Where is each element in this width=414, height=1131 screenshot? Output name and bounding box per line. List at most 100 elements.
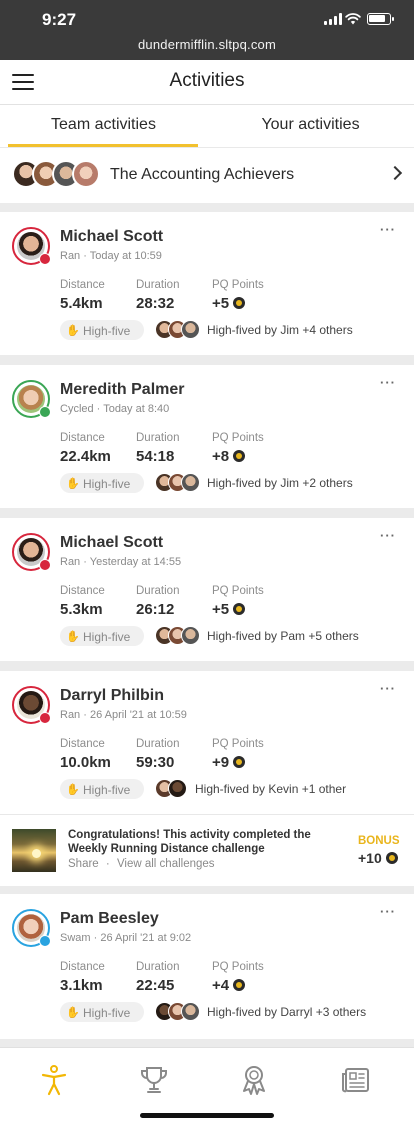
- high-fived-by-text[interactable]: High-fived by Kevin +1 other: [195, 782, 346, 796]
- points-label: PQ Points: [212, 585, 264, 597]
- pq-coin-icon: [233, 450, 246, 462]
- wifi-icon: [345, 13, 361, 25]
- high-fived-by-text[interactable]: High-fived by Jim +4 others: [207, 323, 353, 337]
- pq-coin-icon: [385, 852, 398, 864]
- athlete-name[interactable]: Michael Scott: [60, 228, 163, 246]
- more-options-icon[interactable]: ···: [380, 222, 406, 237]
- duration-value: 28:32: [136, 295, 175, 312]
- more-options-icon[interactable]: ···: [380, 904, 406, 919]
- more-options-icon[interactable]: ···: [380, 375, 406, 390]
- high-five-button[interactable]: ✋ High-five: [60, 473, 144, 493]
- tab-team-activities[interactable]: Team activities: [0, 105, 207, 147]
- activity-card: Michael Scott Ran · Yesterday at 14:55 ·…: [0, 518, 414, 661]
- home-indicator[interactable]: [140, 1113, 274, 1118]
- distance-label: Distance: [60, 585, 105, 597]
- high-fived-by-text[interactable]: High-fived by Jim +2 others: [207, 476, 353, 490]
- view-all-challenges-link[interactable]: View all challenges: [117, 858, 215, 870]
- run-badge-icon: [39, 712, 51, 724]
- signal-icon: [324, 13, 342, 25]
- cycle-badge-icon: [39, 406, 51, 418]
- activity-subtitle: Ran · Today at 10:59: [60, 250, 162, 262]
- distance-label: Distance: [60, 279, 105, 291]
- high-fivers-avatars[interactable]: [155, 1002, 203, 1022]
- newspaper-icon[interactable]: [340, 1064, 372, 1096]
- avatar[interactable]: [12, 686, 51, 724]
- athlete-name[interactable]: Michael Scott: [60, 534, 163, 552]
- distance-label: Distance: [60, 961, 105, 973]
- pq-coin-icon: [233, 297, 246, 309]
- points-label: PQ Points: [212, 432, 264, 444]
- avatar[interactable]: [12, 227, 51, 265]
- high-five-label: High-five: [83, 783, 131, 797]
- avatar[interactable]: [12, 909, 51, 947]
- high-five-label: High-five: [83, 324, 131, 338]
- activity-card: Pam Beesley Swam · 26 April '21 at 9:02 …: [0, 894, 414, 1039]
- activity-card: Meredith Palmer Cycled · Today at 8:40 ·…: [0, 365, 414, 508]
- chevron-right-icon: [387, 165, 403, 181]
- high-fivers-avatars[interactable]: [155, 779, 191, 799]
- points-value: +5: [212, 601, 246, 618]
- duration-value: 26:12: [136, 601, 175, 618]
- tab-your-activities[interactable]: Your activities: [207, 105, 414, 147]
- avatar[interactable]: [12, 380, 51, 418]
- separator: ·: [105, 858, 110, 870]
- distance-label: Distance: [60, 738, 105, 750]
- activity-card: Darryl Philbin Ran · 26 April '21 at 10:…: [0, 671, 414, 814]
- duration-label: Duration: [136, 432, 180, 444]
- run-badge-icon: [39, 253, 51, 265]
- activity-subtitle: Swam · 26 April '21 at 9:02: [60, 932, 192, 944]
- high-five-label: High-five: [83, 630, 131, 644]
- distance-label: Distance: [60, 432, 105, 444]
- high-five-button[interactable]: ✋ High-five: [60, 779, 144, 799]
- hand-icon: ✋: [66, 631, 80, 643]
- tab-label: Your activities: [261, 116, 360, 133]
- high-fivers-avatars[interactable]: [155, 320, 203, 340]
- avatar[interactable]: [12, 533, 51, 571]
- share-link[interactable]: Share: [68, 858, 99, 870]
- trophy-icon[interactable]: [138, 1064, 170, 1096]
- duration-label: Duration: [136, 279, 180, 291]
- points-value: +4: [212, 977, 246, 994]
- high-five-label: High-five: [83, 1006, 131, 1020]
- challenge-links: Share · View all challenges: [68, 858, 215, 870]
- hand-icon: ✋: [66, 478, 80, 490]
- high-five-button[interactable]: ✋ High-five: [60, 320, 144, 340]
- points-label: PQ Points: [212, 738, 264, 750]
- points-label: PQ Points: [212, 279, 264, 291]
- high-fivers-avatars[interactable]: [155, 473, 203, 493]
- more-options-icon[interactable]: ···: [380, 528, 406, 543]
- activity-subtitle: Ran · Yesterday at 14:55: [60, 556, 182, 568]
- duration-value: 54:18: [136, 448, 175, 465]
- high-fived-by-text[interactable]: High-fived by Darryl +3 others: [207, 1005, 366, 1019]
- app-header: Activities: [0, 60, 414, 105]
- challenge-completed-banner: Congratulations! This activity completed…: [0, 814, 414, 886]
- more-options-icon[interactable]: ···: [380, 681, 406, 696]
- url-bar[interactable]: dundermifflin.sltpq.com: [0, 37, 414, 52]
- team-name: The Accounting Achievers: [110, 166, 295, 183]
- status-time: 9:27: [42, 10, 77, 29]
- distance-value: 3.1km: [60, 977, 103, 994]
- duration-label: Duration: [136, 738, 180, 750]
- avatar: [72, 160, 100, 188]
- hamburger-menu-icon[interactable]: [12, 73, 34, 91]
- high-five-button[interactable]: ✋ High-five: [60, 626, 144, 646]
- distance-value: 10.0km: [60, 754, 111, 771]
- athlete-name[interactable]: Pam Beesley: [60, 910, 159, 928]
- pq-coin-icon: [233, 979, 246, 991]
- high-fived-by-text[interactable]: High-fived by Pam +5 others: [207, 629, 359, 643]
- high-five-button[interactable]: ✋ High-five: [60, 1002, 144, 1022]
- distance-value: 22.4km: [60, 448, 111, 465]
- athlete-name[interactable]: Meredith Palmer: [60, 381, 184, 399]
- activity-person-icon[interactable]: [38, 1064, 70, 1096]
- status-bar: 9:27 dundermifflin.sltpq.com: [0, 0, 414, 60]
- duration-label: Duration: [136, 585, 180, 597]
- pq-coin-icon: [233, 603, 246, 615]
- swim-badge-icon: [39, 935, 51, 947]
- hand-icon: ✋: [66, 325, 80, 337]
- tab-label: Team activities: [51, 116, 156, 133]
- team-row[interactable]: The Accounting Achievers: [0, 147, 414, 203]
- high-fivers-avatars[interactable]: [155, 626, 203, 646]
- athlete-name[interactable]: Darryl Philbin: [60, 687, 164, 705]
- award-ribbon-icon[interactable]: [238, 1064, 270, 1096]
- bottom-navigation: [0, 1047, 414, 1131]
